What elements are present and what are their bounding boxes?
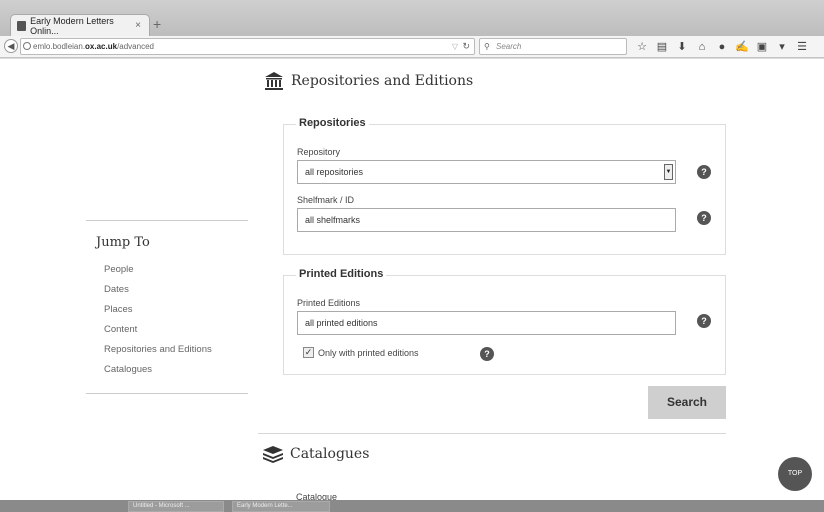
new-tab-button[interactable]: + bbox=[153, 16, 161, 32]
only-printed-row: ✓ Only with printed editions bbox=[303, 347, 419, 358]
repository-help-icon[interactable]: ? bbox=[697, 165, 711, 179]
clipboard-icon[interactable]: ▣ bbox=[754, 39, 770, 55]
back-button[interactable]: ◀ bbox=[4, 39, 18, 53]
url-path: /advanced bbox=[117, 42, 154, 51]
taskbar-item-browser[interactable]: Early Modern Lette... bbox=[232, 501, 330, 512]
bookmark-star-icon[interactable]: ☆ bbox=[634, 39, 650, 55]
printed-editions-input[interactable]: all printed editions bbox=[297, 311, 676, 335]
toolbar-icons: ☆ ▤ ⬇ ⌂ ● ✍ ▣ ▾ ☰ bbox=[634, 39, 810, 55]
browser-window: Early Modern Letters Onlin... × + ◀ emlo… bbox=[0, 0, 824, 512]
taskbar: Untitled - Microsoft ... Early Modern Le… bbox=[0, 500, 824, 512]
bank-icon bbox=[265, 72, 283, 90]
url-dropdown-icon[interactable]: ▽ bbox=[452, 39, 458, 54]
catalogue-label: Catalogue bbox=[296, 492, 338, 500]
section-divider bbox=[258, 433, 726, 434]
sidebar-item-content[interactable]: Content bbox=[104, 324, 248, 344]
sidebar-divider bbox=[86, 393, 248, 394]
dropdown-icon[interactable]: ▾ bbox=[774, 39, 790, 55]
title-bar: Early Modern Letters Onlin... × + bbox=[0, 0, 824, 36]
repository-select[interactable]: all repositories ▼ bbox=[297, 160, 676, 184]
shelfmark-label: Shelfmark / ID bbox=[297, 195, 355, 205]
sidebar-item-dates[interactable]: Dates bbox=[104, 284, 248, 304]
url-bar[interactable]: emlo.bodleian.ox.ac.uk/advanced ▽ ↻ bbox=[20, 38, 475, 55]
printed-editions-help-icon[interactable]: ? bbox=[697, 314, 711, 328]
shelfmark-help-icon[interactable]: ? bbox=[697, 211, 711, 225]
sidebar-item-people[interactable]: People bbox=[104, 264, 248, 284]
only-printed-help-icon[interactable]: ? bbox=[480, 347, 494, 361]
catalogues-title: Catalogues bbox=[290, 446, 370, 462]
url-domain: ox.ac.uk bbox=[85, 42, 118, 51]
taskbar-item-word[interactable]: Untitled - Microsoft ... bbox=[128, 501, 224, 512]
reading-list-icon[interactable]: ▤ bbox=[654, 39, 670, 55]
tab-title: Early Modern Letters Onlin... bbox=[30, 15, 114, 36]
menu-icon[interactable]: ☰ bbox=[794, 39, 810, 55]
repository-value: all repositories bbox=[305, 167, 364, 177]
sidebar-item-repositories[interactable]: Repositories and Editions bbox=[104, 344, 248, 364]
sidebar-item-places[interactable]: Places bbox=[104, 304, 248, 324]
only-printed-label[interactable]: Only with printed editions bbox=[318, 348, 419, 358]
site-info-icon[interactable] bbox=[23, 42, 31, 50]
jump-to-nav: Jump To People Dates Places Content Repo… bbox=[86, 220, 248, 394]
browser-tab[interactable]: Early Modern Letters Onlin... × bbox=[10, 14, 150, 36]
home-icon[interactable]: ⌂ bbox=[694, 39, 710, 55]
page-content: Repositories and Editions Jump To People… bbox=[0, 59, 824, 500]
browser-search-input[interactable]: ⚲ Search bbox=[479, 38, 627, 55]
printed-editions-label: Printed Editions bbox=[297, 298, 361, 308]
search-button[interactable]: Search bbox=[648, 386, 726, 419]
printed-editions-value: all printed editions bbox=[305, 318, 378, 328]
back-to-top-button[interactable]: TOP bbox=[778, 457, 812, 491]
extension-icon[interactable]: ✍ bbox=[734, 39, 750, 55]
reload-icon[interactable]: ↻ bbox=[462, 39, 470, 54]
printed-editions-fieldset: Printed Editions Printed Editions all pr… bbox=[283, 268, 726, 375]
repositories-legend: Repositories bbox=[296, 117, 369, 129]
jump-to-heading: Jump To bbox=[96, 235, 150, 250]
navigation-bar: ◀ emlo.bodleian.ox.ac.uk/advanced ▽ ↻ ⚲ … bbox=[0, 36, 824, 58]
search-placeholder: Search bbox=[496, 42, 522, 51]
section-heading: Repositories and Editions bbox=[264, 71, 473, 91]
shelfmark-value: all shelfmarks bbox=[305, 215, 361, 225]
repositories-fieldset: Repositories Repository all repositories… bbox=[283, 117, 726, 255]
search-icon: ⚲ bbox=[484, 42, 490, 51]
url-prefix: emlo.bodleian. bbox=[33, 42, 86, 51]
shelfmark-input[interactable]: all shelfmarks bbox=[297, 208, 676, 232]
tab-close-icon[interactable]: × bbox=[135, 20, 141, 31]
catalogues-heading: Catalogues bbox=[262, 445, 369, 463]
chat-icon[interactable]: ● bbox=[714, 39, 730, 55]
repository-label: Repository bbox=[297, 147, 341, 157]
download-icon[interactable]: ⬇ bbox=[674, 39, 690, 55]
section-title: Repositories and Editions bbox=[291, 73, 474, 89]
printed-editions-legend: Printed Editions bbox=[296, 268, 387, 280]
select-arrow-icon[interactable]: ▼ bbox=[664, 164, 673, 180]
sidebar-item-catalogues[interactable]: Catalogues bbox=[104, 364, 248, 384]
favicon-icon bbox=[17, 20, 27, 31]
only-printed-checkbox[interactable]: ✓ bbox=[303, 347, 314, 358]
layers-icon bbox=[263, 446, 283, 463]
